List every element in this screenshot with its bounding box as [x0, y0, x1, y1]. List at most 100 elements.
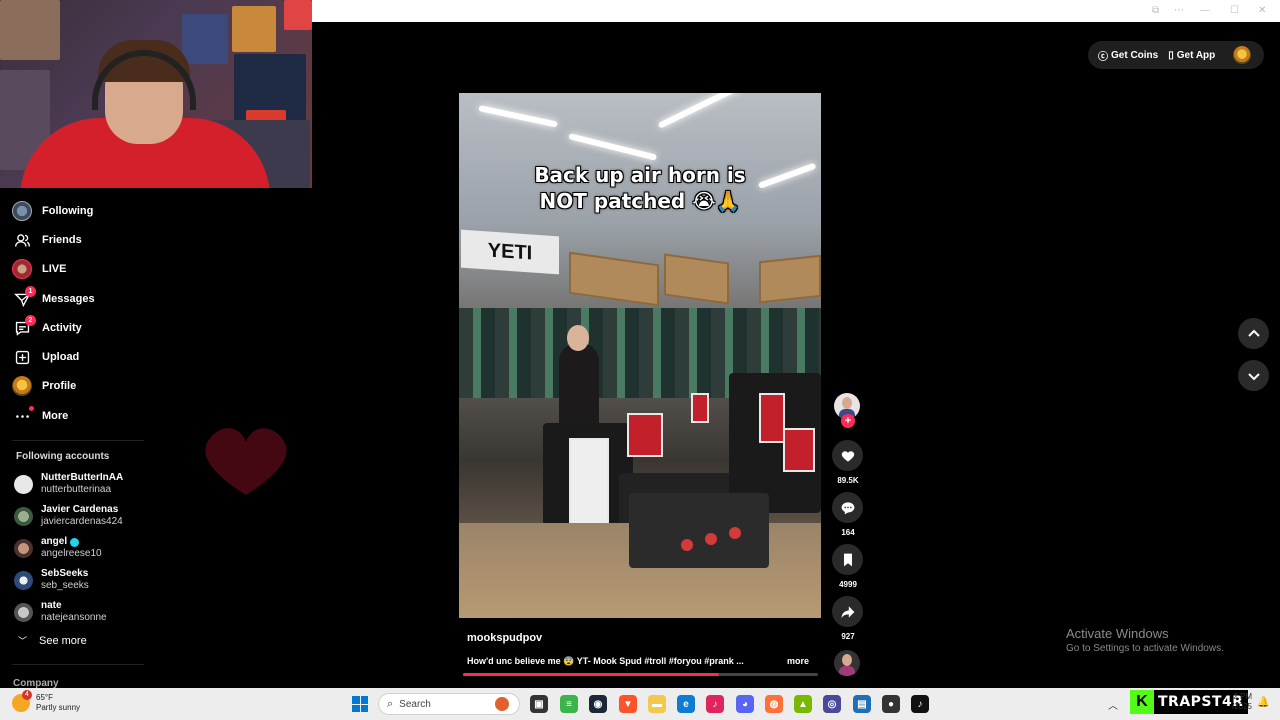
brave-icon[interactable]: ▼ [619, 695, 637, 713]
video-description: How'd unc believe me 😨 YT- Mook Spud #tr… [467, 656, 744, 666]
caption-line: Back up air horn is [534, 163, 746, 187]
bookmark-button[interactable] [832, 544, 863, 575]
close-icon[interactable]: ✕ [1258, 5, 1266, 16]
account-item[interactable]: angel angelreese10 [14, 536, 102, 560]
clock-time: 2 PM [1233, 692, 1252, 701]
get-coins-button[interactable]: ⓒ Get Coins [1098, 48, 1158, 63]
comment-button[interactable] [832, 492, 863, 523]
tray-chevron-icon[interactable]: ︿ [1108, 697, 1118, 712]
account-item[interactable]: nate natejeansonne [14, 600, 107, 624]
follow-plus-button[interactable]: + [841, 414, 855, 428]
next-video-button[interactable] [1238, 360, 1269, 391]
nav-more[interactable]: More [12, 403, 68, 429]
avatar [14, 602, 33, 622]
nav-label: Friends [42, 234, 82, 246]
video-progress-bar[interactable] [463, 673, 818, 676]
nav-live[interactable]: LIVE [12, 256, 66, 282]
description-more-button[interactable]: more [787, 656, 809, 666]
taskbar-search[interactable]: ⌕ Search [378, 693, 520, 715]
see-more-button[interactable]: ﹀ See more [18, 634, 87, 647]
firefox-icon[interactable]: ◍ [765, 695, 783, 713]
nav-label: Profile [42, 380, 77, 392]
obs-icon[interactable]: ◎ [823, 695, 841, 713]
messages-icon: 1 [12, 286, 36, 309]
account-item[interactable]: Javier Cardenas javiercardenas424 [14, 504, 123, 528]
store-sign: YETI [461, 229, 559, 275]
top-right-actions: ⓒ Get Coins ▯ Get App [1088, 41, 1264, 69]
profile-avatar[interactable] [1233, 46, 1252, 64]
account-item[interactable]: NutterButterInAA nutterbutterinaa [14, 472, 123, 496]
account-name: Javier Cardenas [41, 504, 119, 515]
account-item[interactable]: SebSeeks seb_seeks [14, 568, 89, 592]
nav-messages[interactable]: 1 Messages [12, 286, 95, 312]
steam-icon[interactable]: ◉ [589, 695, 607, 713]
window-icon[interactable]: ⧉ [1152, 5, 1159, 16]
nvidia-icon[interactable]: ▲ [794, 695, 812, 713]
notification-icon[interactable]: 🔔 [1257, 697, 1269, 708]
account-handle: nutterbutterinaa [41, 484, 112, 495]
upload-icon [12, 347, 32, 367]
task-view-icon[interactable]: ▣ [530, 695, 548, 713]
search-icon: ⌕ [387, 697, 394, 710]
app-icon[interactable]: ▤ [853, 695, 871, 713]
file-explorer-icon[interactable]: ▬ [648, 695, 666, 713]
comment-icon [841, 501, 854, 514]
nav-label: More [42, 410, 69, 422]
nav-following[interactable]: Following [12, 198, 93, 224]
activity-icon: 2 [12, 315, 36, 338]
like-count: 89.5K [837, 476, 859, 485]
nav-activity[interactable]: 2 Activity [12, 315, 82, 341]
friends-icon [12, 230, 32, 250]
edge-icon[interactable]: e [677, 695, 695, 713]
notepad-icon[interactable]: ≡ [560, 695, 578, 713]
avatar [14, 538, 33, 558]
nav-label: Messages [42, 293, 95, 305]
floating-heart-icon [205, 428, 287, 495]
sidebar-divider [12, 440, 144, 441]
get-app-button[interactable]: ▯ Get App [1168, 50, 1215, 61]
nav-upload[interactable]: Upload [12, 344, 79, 370]
app-record-icon[interactable]: ● [882, 695, 900, 713]
more-dots-icon [12, 406, 34, 426]
more-icon[interactable]: ⋯ [1174, 5, 1184, 16]
bookmark-icon [843, 553, 852, 566]
tiktok-icon[interactable]: ♪ [911, 695, 929, 713]
account-handle: natejeansonne [41, 612, 107, 623]
account-handle: angelreese10 [41, 548, 102, 559]
verified-icon [70, 537, 80, 547]
tiktok-studio-icon[interactable]: ♪ [706, 695, 724, 713]
share-button[interactable] [832, 596, 863, 627]
taskbar-clock[interactable]: 2 PM /2025 [1210, 692, 1252, 712]
minimize-icon[interactable]: — [1200, 5, 1210, 16]
nav-profile[interactable]: Profile [12, 373, 76, 399]
nav-label: Following [42, 205, 94, 217]
nav-label: LIVE [42, 263, 67, 275]
account-name: NutterButterInAA [41, 472, 124, 483]
discord-icon[interactable]: ◕ [736, 695, 754, 713]
account-handle: javiercardenas424 [41, 516, 123, 527]
activity-badge: 2 [25, 315, 36, 326]
start-button[interactable] [352, 696, 368, 712]
music-disc[interactable] [834, 650, 860, 676]
previous-video-button[interactable] [1238, 318, 1269, 349]
weather-widget[interactable]: 4 65°F Partly sunny [12, 690, 80, 713]
weather-temp: 65°F [36, 693, 53, 702]
save-count: 4999 [839, 580, 857, 589]
maximize-icon[interactable]: ☐ [1230, 5, 1239, 16]
activate-windows-watermark: Activate Windows Go to Settings to activ… [1066, 626, 1224, 654]
following-avatar-icon [12, 201, 32, 221]
like-button[interactable] [832, 440, 863, 471]
nav-label: Upload [42, 351, 80, 363]
clock-date: /2025 [1231, 702, 1252, 711]
account-name: angel [41, 536, 68, 547]
activate-subtitle: Go to Settings to activate Windows. [1066, 643, 1224, 654]
search-highlight-icon [495, 697, 509, 711]
video-author[interactable]: mookspudpov [467, 632, 542, 644]
sidebar-divider [12, 664, 144, 665]
video-player[interactable]: YETI Back up air horn is NOT patched 😭🙏 [459, 93, 821, 618]
weather-badge: 4 [22, 690, 32, 700]
get-coins-label: Get Coins [1111, 49, 1159, 61]
see-more-label: See more [39, 634, 87, 647]
video-progress-fill [463, 673, 719, 676]
nav-friends[interactable]: Friends [12, 227, 82, 253]
